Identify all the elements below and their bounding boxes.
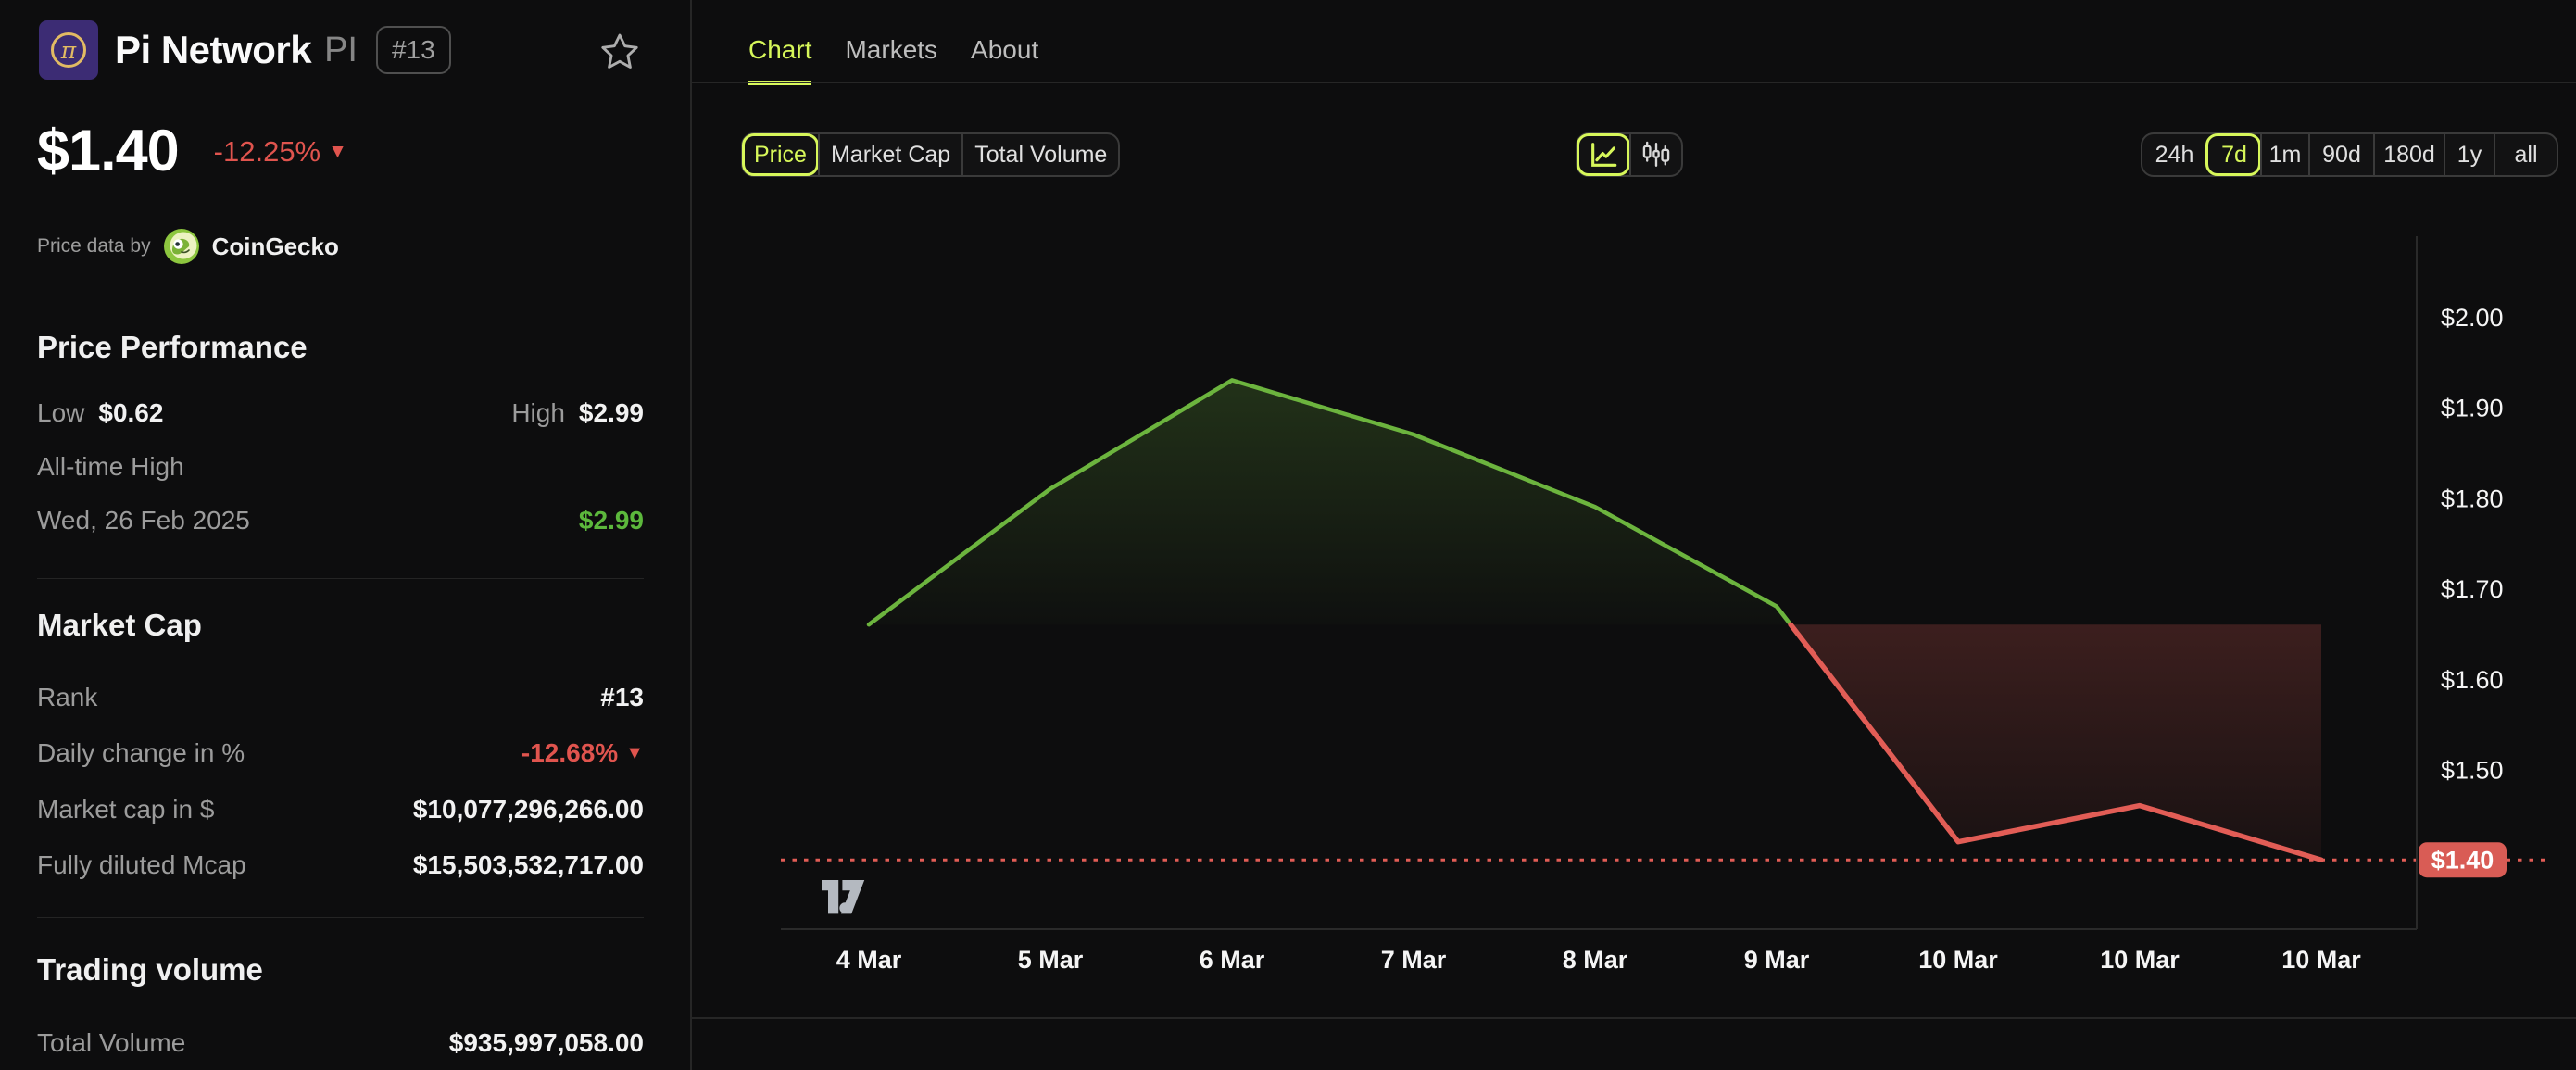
divider: [37, 917, 644, 918]
range-24h-button[interactable]: 24h: [2142, 134, 2206, 175]
y-axis-label: $1.70: [2441, 575, 2504, 603]
y-axis-label: $1.50: [2441, 757, 2504, 785]
time-range-toggle: 24h 7d 1m 90d 180d 1y all: [2141, 132, 2558, 177]
low-high-row: Low $0.62 High $2.99: [37, 398, 644, 428]
range-180d-button[interactable]: 180d: [2373, 134, 2444, 175]
down-arrow-icon: ▼: [328, 140, 347, 162]
y-axis-label: $2.00: [2441, 304, 2504, 332]
candlestick-icon: [1642, 141, 1670, 167]
area-above-baseline: [869, 380, 1791, 625]
attribution-brand[interactable]: CoinGecko: [212, 233, 339, 261]
ath-value: $2.99: [578, 506, 644, 535]
market-cap-title: Market Cap: [37, 608, 202, 642]
x-axis-label: 6 Mar: [1200, 946, 1265, 974]
market-cap-label: Market cap in $: [37, 795, 215, 824]
star-icon: [601, 33, 638, 69]
range-all-button[interactable]: all: [2494, 134, 2557, 175]
total-volume-row: Total Volume $935,997,058.00: [37, 1028, 644, 1058]
y-axis-label: $1.90: [2441, 395, 2504, 422]
rank-row: Rank #13: [37, 683, 644, 712]
range-1m-button[interactable]: 1m: [2260, 134, 2308, 175]
svg-text:π: π: [60, 37, 77, 64]
ath-date: Wed, 26 Feb 2025: [37, 506, 250, 535]
fdv-value: $15,503,532,717.00: [412, 850, 644, 879]
divider: [37, 578, 644, 579]
panel-divider: [690, 0, 692, 1070]
rank-label: Rank: [37, 683, 98, 711]
attribution: Price data by CoinGecko: [37, 228, 339, 265]
y-axis-label: $1.80: [2441, 485, 2504, 512]
tab-markets[interactable]: Markets: [845, 35, 937, 85]
low-value: $0.62: [98, 398, 164, 427]
total-volume-label: Total Volume: [37, 1028, 186, 1057]
pi-network-logo-icon: π: [39, 20, 98, 80]
fdv-row: Fully diluted Mcap $15,503,532,717.00: [37, 850, 644, 880]
market-cap-value: $10,077,296,266.00: [412, 795, 644, 824]
ath-row: Wed, 26 Feb 2025 $2.99: [37, 506, 644, 535]
tradingview-logo: [822, 880, 865, 914]
metric-total-volume-button[interactable]: Total Volume: [961, 134, 1118, 175]
x-axis-label: 7 Mar: [1381, 946, 1447, 974]
candlestick-chart-button[interactable]: [1629, 134, 1681, 175]
daily-change-row: Daily change in % -12.68% ▼: [37, 738, 644, 768]
x-axis-label: 9 Mar: [1744, 946, 1810, 974]
tabs-divider: [691, 82, 2576, 83]
chart-type-toggle: [1576, 132, 1683, 177]
line-chart-icon: [1591, 143, 1617, 167]
low-label: Low: [37, 398, 85, 427]
chart-bottom-divider: [691, 1017, 2576, 1019]
daily-change-label: Daily change in %: [37, 738, 245, 767]
attribution-prefix: Price data by: [37, 235, 151, 257]
coin-ticker: PI: [324, 30, 358, 69]
metric-price-button[interactable]: Price: [742, 133, 819, 176]
x-axis-label: 10 Mar: [2281, 946, 2361, 974]
total-volume-value: $935,997,058.00: [448, 1028, 644, 1057]
current-price-badge-label: $1.40: [2431, 847, 2494, 875]
x-axis-label: 10 Mar: [1918, 946, 1998, 974]
rank-value: #13: [600, 683, 644, 711]
price-performance-title: Price Performance: [37, 330, 308, 364]
x-axis-label: 8 Mar: [1563, 946, 1628, 974]
metric-toggle: Price Market Cap Total Volume: [741, 132, 1121, 177]
price-row: $1.40 -12.25% ▼: [37, 122, 347, 181]
x-axis-label: 4 Mar: [836, 946, 902, 974]
market-cap-row: Market cap in $ $10,077,296,266.00: [37, 795, 644, 825]
coin-name: Pi Network: [115, 28, 312, 71]
fdv-label: Fully diluted Mcap: [37, 850, 246, 879]
range-1y-button[interactable]: 1y: [2444, 134, 2494, 175]
high-label: High: [511, 398, 565, 427]
price-change-value: -12.25%: [213, 134, 321, 168]
ath-label-row: All-time High: [37, 452, 644, 482]
coin-header: π Pi Network PI #13: [39, 20, 451, 80]
daily-change-value: -12.68%: [521, 738, 619, 767]
x-axis-label: 10 Mar: [2100, 946, 2180, 974]
tab-about[interactable]: About: [971, 35, 1038, 85]
favorite-button[interactable]: [597, 30, 642, 74]
y-axis-label: $1.60: [2441, 666, 2504, 694]
down-arrow-icon: ▼: [625, 742, 644, 763]
x-axis-label: 5 Mar: [1018, 946, 1084, 974]
range-90d-button[interactable]: 90d: [2308, 134, 2373, 175]
current-price: $1.40: [37, 119, 180, 183]
coingecko-icon: [163, 229, 199, 264]
high-value: $2.99: [578, 398, 644, 427]
tab-bar: Chart Markets About: [748, 35, 1038, 85]
ath-label: All-time High: [37, 452, 184, 481]
rank-badge: #13: [375, 26, 451, 74]
price-chart: $2.00 $1.90 $1.80 $1.70 $1.60 $1.50 4 Mar 5 Mar…: [781, 236, 2550, 974]
trading-volume-title: Trading volume: [37, 952, 263, 987]
line-chart-button[interactable]: [1577, 133, 1630, 176]
metric-market-cap-button[interactable]: Market Cap: [817, 134, 961, 175]
tab-chart[interactable]: Chart: [748, 35, 812, 85]
price-change: -12.25% ▼: [214, 135, 347, 169]
range-7d-button[interactable]: 7d: [2205, 133, 2261, 176]
